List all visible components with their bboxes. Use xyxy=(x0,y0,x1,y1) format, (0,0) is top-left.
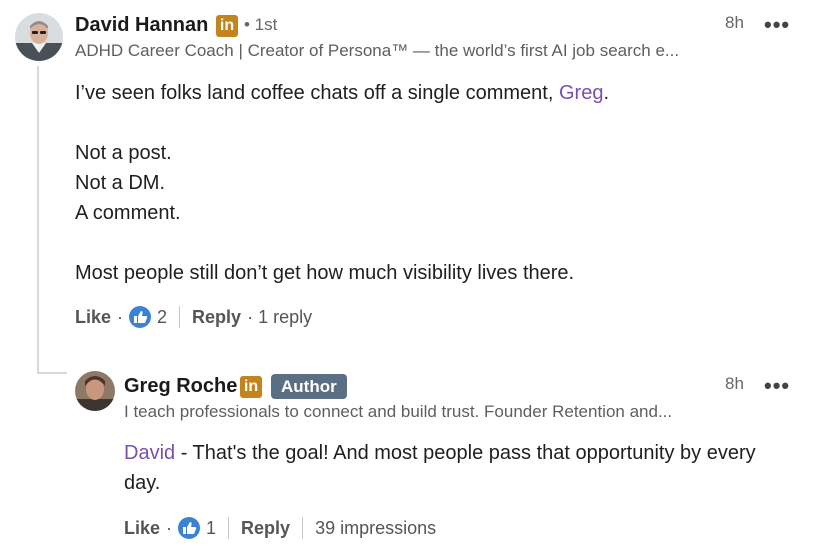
reply-count[interactable]: · 1 reply xyxy=(247,307,312,328)
author-headline[interactable]: ADHD Career Coach | Creator of Persona™ … xyxy=(75,41,679,61)
thread-line-curve xyxy=(37,372,67,374)
author-headline[interactable]: I teach professionals to connect and bui… xyxy=(124,402,672,422)
like-count[interactable]: 2 xyxy=(157,307,167,328)
reply-button[interactable]: Reply xyxy=(192,307,241,328)
comment-line-1: I’ve seen folks land coffee chats off a … xyxy=(75,82,610,104)
linkedin-icon: in xyxy=(216,15,238,37)
comment-text: I’ve seen folks land coffee chats off a … xyxy=(75,78,609,288)
comment-line-5: Most people still don’t get how much vis… xyxy=(75,262,575,284)
thread-line xyxy=(37,66,39,374)
mention-link[interactable]: Greg xyxy=(559,82,603,104)
connection-degree: • 1st xyxy=(244,15,278,34)
like-reaction-icon[interactable] xyxy=(129,306,152,328)
impressions-count: 39 impressions xyxy=(315,517,437,538)
like-reaction-icon[interactable] xyxy=(178,517,201,539)
author-name[interactable]: David Hannan xyxy=(75,14,208,37)
avatar[interactable] xyxy=(15,13,63,61)
author-name[interactable]: Greg Roche xyxy=(124,375,237,398)
divider xyxy=(179,306,181,328)
comment-line-3: Not a DM. xyxy=(75,172,166,194)
comment-line-4: A comment. xyxy=(75,202,181,224)
avatar[interactable] xyxy=(75,371,115,411)
author-badge: Author xyxy=(271,374,347,399)
like-button[interactable]: Like xyxy=(75,307,111,328)
reply-actions: Like · 1 Reply 39 impressions xyxy=(124,517,436,539)
reply-button[interactable]: Reply xyxy=(241,518,290,539)
comment-line-2: Not a post. xyxy=(75,142,172,164)
divider xyxy=(228,517,230,539)
separator: · xyxy=(166,517,173,538)
separator: · xyxy=(117,306,124,327)
mention-link[interactable]: David xyxy=(124,442,175,464)
like-count[interactable]: 1 xyxy=(206,518,216,539)
more-options-icon[interactable]: ••• xyxy=(764,12,790,38)
linkedin-icon: in xyxy=(240,376,262,398)
timestamp: 8h xyxy=(725,374,744,393)
divider xyxy=(302,517,304,539)
reply-text: David - That's the goal! And most people… xyxy=(124,442,756,494)
like-button[interactable]: Like xyxy=(124,518,160,539)
timestamp: 8h xyxy=(725,13,744,32)
more-options-icon[interactable]: ••• xyxy=(764,373,790,399)
comment-actions: Like · 2 Reply · 1 reply xyxy=(75,306,312,328)
